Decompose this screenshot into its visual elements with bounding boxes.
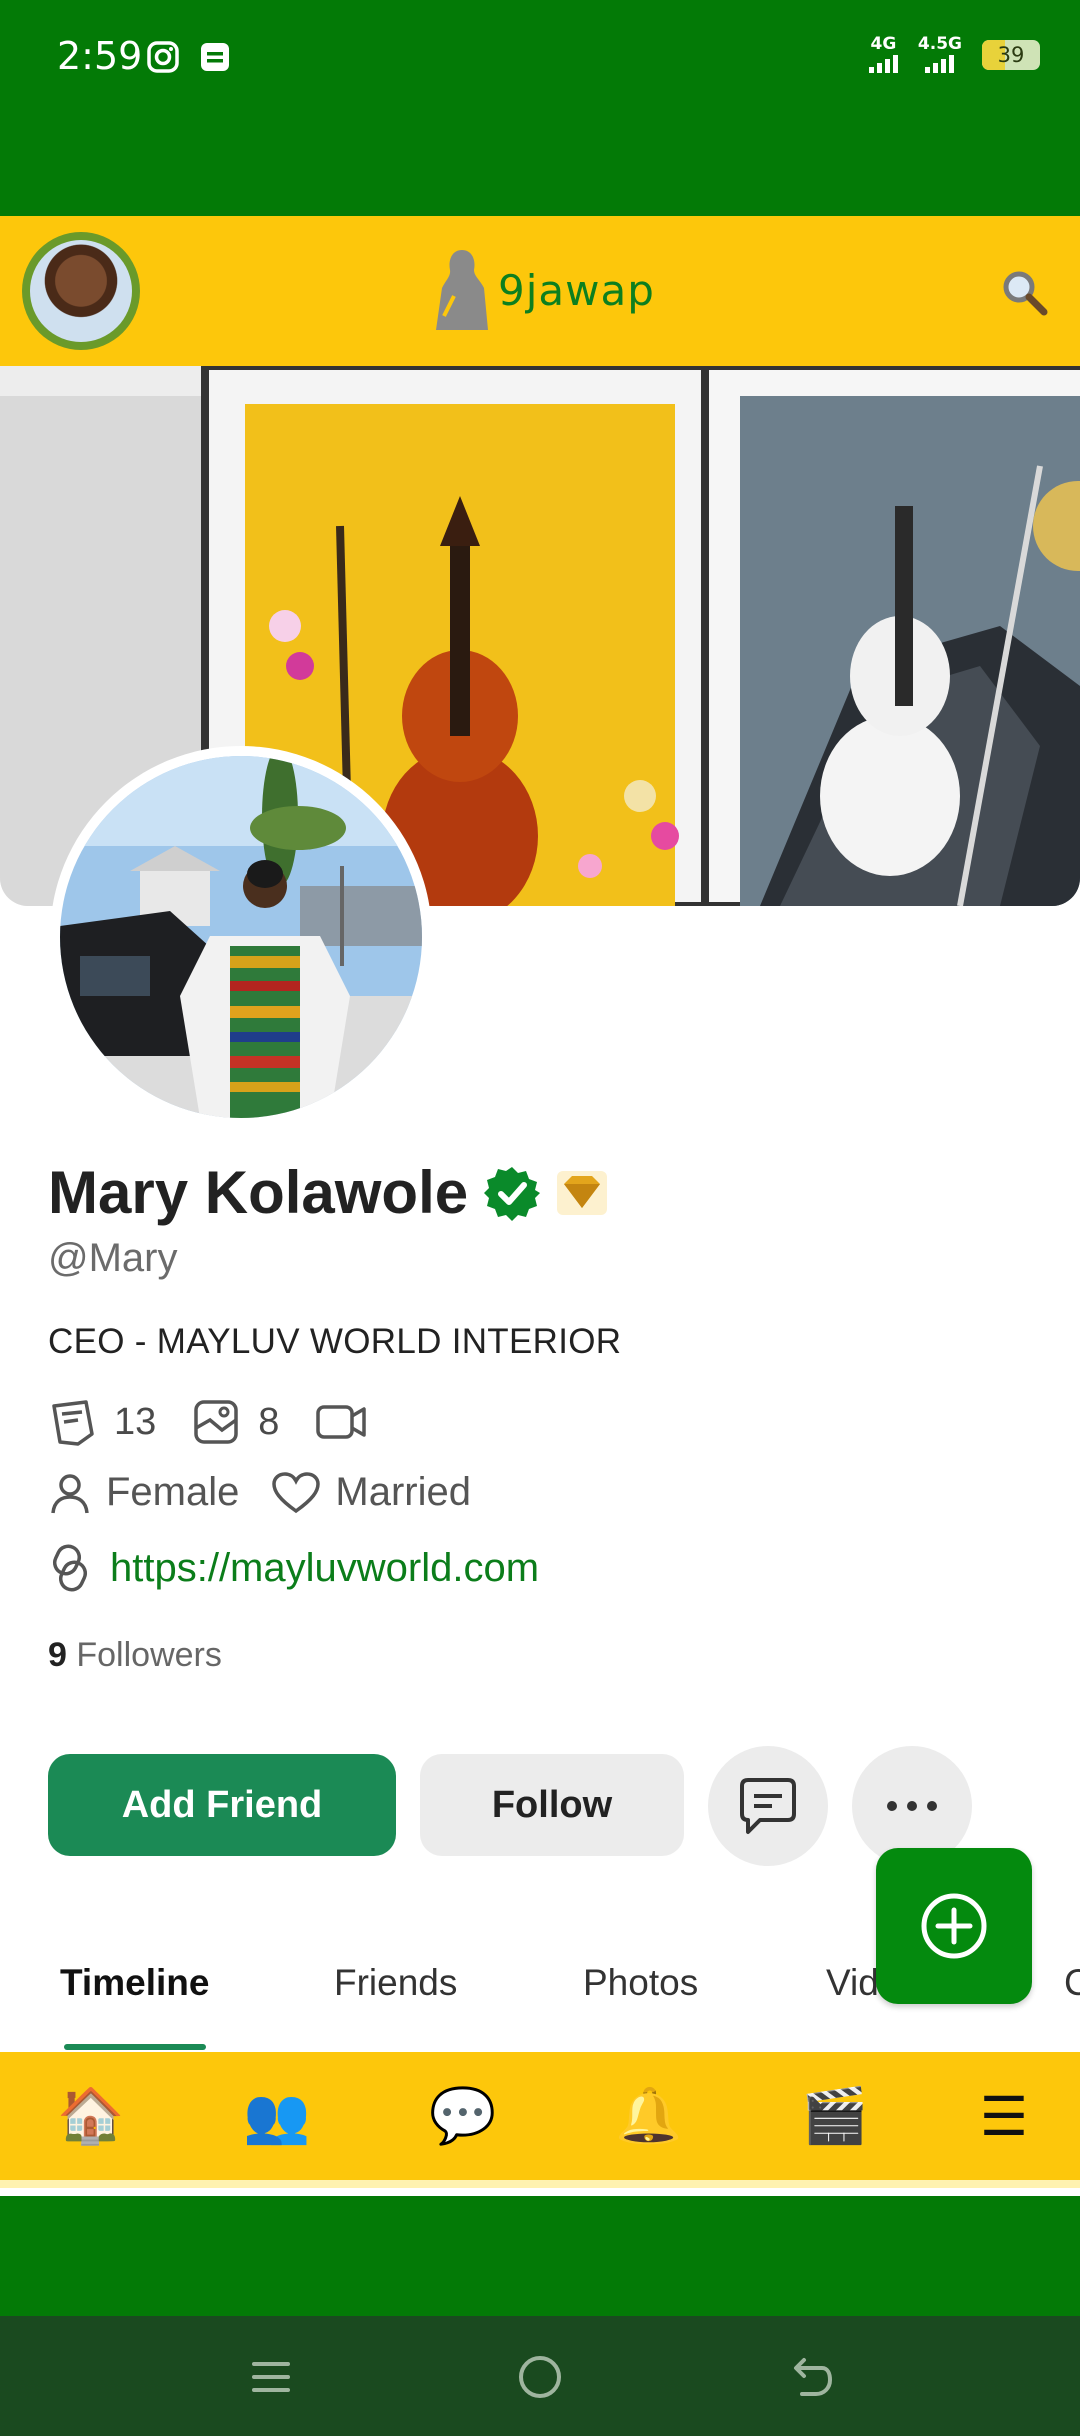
verified-badge-icon (484, 1166, 541, 1221)
heart-icon (272, 1471, 321, 1513)
add-friend-button[interactable]: Add Friend (48, 1754, 396, 1856)
signal-4g-icon: 4G (868, 36, 898, 73)
create-post-button[interactable] (876, 1848, 1032, 2004)
followers-count[interactable]: 9 Followers (48, 1636, 222, 1675)
back-icon[interactable] (784, 2350, 838, 2404)
status-bar: 2:59 4G 4.5G 39 (0, 0, 1080, 216)
chat-icon (740, 1778, 796, 1834)
albums-stat[interactable]: 8 (192, 1398, 279, 1446)
tab-photos[interactable]: Photos (583, 1962, 698, 2004)
active-tab-indicator (64, 2044, 206, 2050)
tab-more[interactable]: C (1064, 1962, 1080, 2004)
nav-videos-icon[interactable]: 🎬 (795, 2076, 875, 2156)
nav-notifications-icon[interactable]: 🔔 (609, 2076, 689, 2156)
more-dots-icon (887, 1801, 937, 1811)
tab-videos[interactable]: Vid (826, 1962, 879, 2004)
videos-stat[interactable] (315, 1402, 367, 1442)
website-row: https://mayluvworld.com (48, 1542, 539, 1594)
profile-meta: Female Married (48, 1470, 503, 1515)
profile-avatar[interactable] (50, 746, 432, 1128)
app-footer-band (0, 2196, 1080, 2316)
tab-timeline[interactable]: Timeline (60, 1962, 209, 2004)
profile-handle: @Mary (48, 1236, 178, 1280)
profile-name-row: Mary Kolawole (48, 1158, 608, 1227)
message-app-icon (201, 43, 229, 71)
tab-friends[interactable]: Friends (334, 1962, 457, 2004)
profile-avatar-image (60, 756, 422, 1118)
status-notification-icons (146, 40, 232, 74)
recent-apps-icon[interactable] (244, 2350, 298, 2404)
search-icon[interactable] (998, 266, 1050, 318)
user-avatar[interactable] (22, 232, 140, 350)
battery-icon: 39 (982, 39, 1040, 70)
relationship-text: Married (335, 1470, 471, 1514)
signal-45g-icon: 4.5G (918, 36, 962, 73)
profile-stats: 13 8 (48, 1398, 403, 1446)
battery-percent: 39 (997, 42, 1025, 67)
status-time: 2:59 (57, 34, 143, 78)
link-icon (52, 1544, 88, 1592)
avatar-image (30, 240, 132, 342)
logo-text: 9jawap (498, 265, 655, 315)
bottom-navigation: 🏠 👥 💬 🔔 🎬 ☰ (0, 2052, 1080, 2188)
nav-menu-icon[interactable]: ☰ (964, 2076, 1044, 2156)
nav-home-icon[interactable]: 🏠 (51, 2076, 131, 2156)
website-link[interactable]: https://mayluvworld.com (110, 1546, 539, 1591)
logo-icon (436, 250, 488, 330)
system-navigation-bar (0, 2316, 1080, 2436)
followers-number: 9 (48, 1636, 67, 1674)
follow-button[interactable]: Follow (420, 1754, 684, 1856)
profile-name: Mary Kolawole (48, 1159, 469, 1226)
instagram-icon (147, 41, 179, 73)
message-button[interactable] (708, 1746, 828, 1866)
posts-stat[interactable]: 13 (48, 1398, 156, 1446)
relationship-info: Married (271, 1470, 471, 1515)
app-logo[interactable]: 9jawap (432, 244, 655, 336)
posts-icon (52, 1400, 94, 1446)
followers-label: Followers (76, 1636, 222, 1674)
profile-bio: CEO - MAYLUV WORLD INTERIOR (48, 1322, 622, 1361)
video-camera-icon (316, 1405, 367, 1439)
nav-messages-icon[interactable]: 💬 (423, 2076, 503, 2156)
nav-friends-icon[interactable]: 👥 (237, 2076, 317, 2156)
premium-diamond-icon (557, 1170, 608, 1215)
add-circle-icon (921, 1893, 987, 1959)
person-icon (51, 1473, 89, 1513)
home-circle-icon[interactable] (513, 2350, 567, 2404)
album-icon (194, 1400, 239, 1444)
status-system-icons: 4G 4.5G 39 (868, 36, 1040, 73)
gender-info: Female (48, 1470, 239, 1515)
posts-count: 13 (114, 1400, 157, 1443)
gender-text: Female (106, 1470, 240, 1514)
albums-count: 8 (258, 1400, 280, 1443)
